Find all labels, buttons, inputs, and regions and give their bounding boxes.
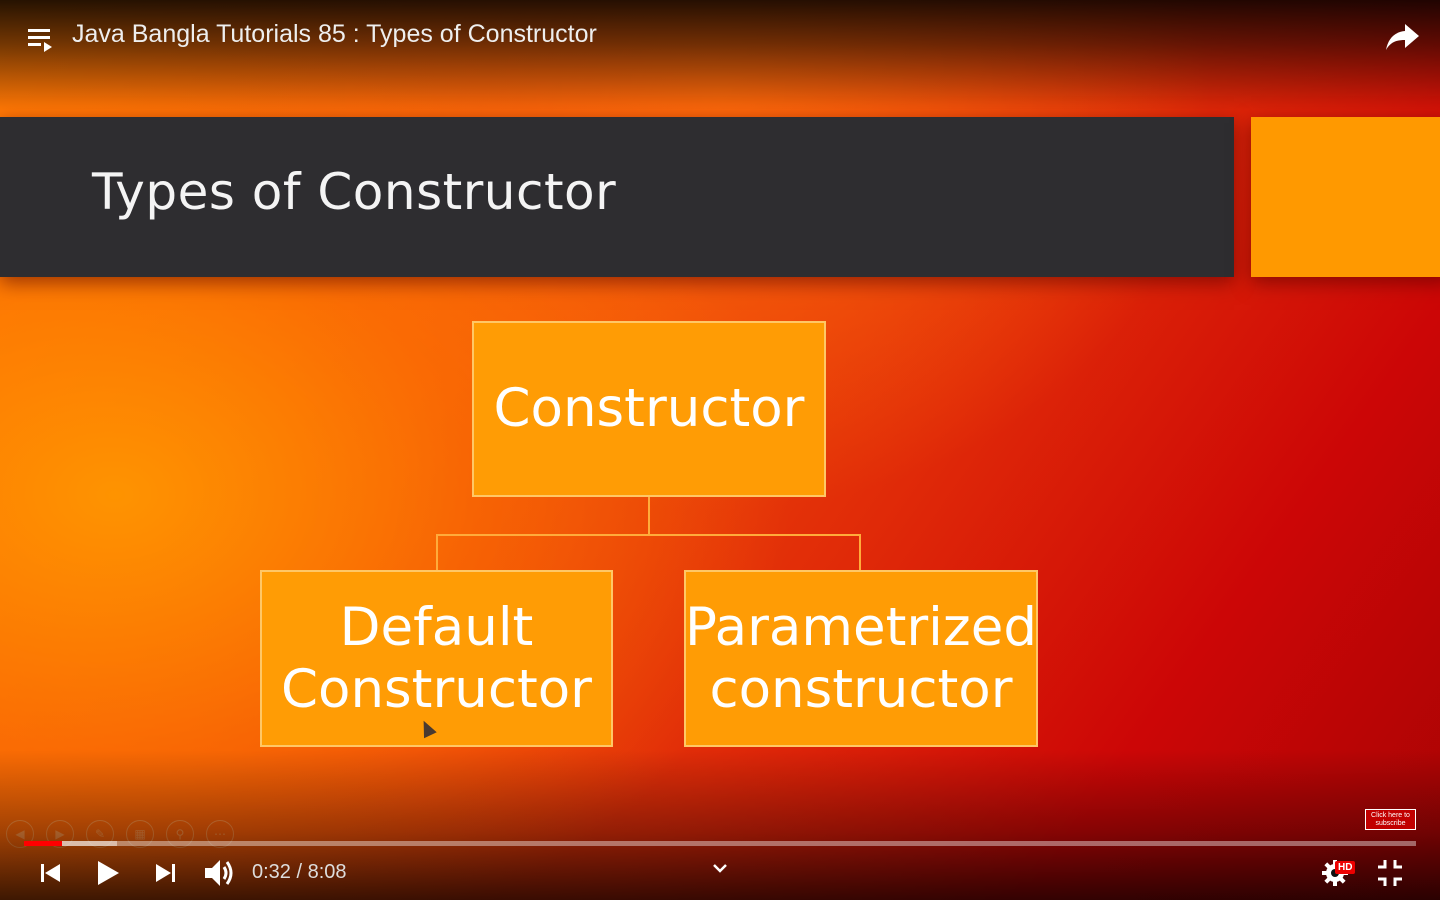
- volume-icon[interactable]: [200, 854, 238, 892]
- diagram-box-default-constructor: Default Constructor: [260, 570, 613, 747]
- diagram-box-label: Parametrized constructor: [685, 596, 1037, 720]
- connector-line: [436, 534, 861, 536]
- diagram-box-label: Default Constructor: [281, 596, 592, 720]
- playlist-icon[interactable]: [28, 27, 56, 53]
- hd-badge: HD: [1335, 861, 1356, 874]
- skip-next-icon[interactable]: [150, 858, 180, 888]
- slide-accent-block: [1251, 117, 1440, 277]
- video-title[interactable]: Java Bangla Tutorials 85 : Types of Cons…: [72, 20, 597, 49]
- exit-fullscreen-icon[interactable]: [1374, 856, 1406, 890]
- chevron-down-icon[interactable]: [708, 858, 732, 878]
- subscribe-watermark[interactable]: Click here to subscribe: [1365, 809, 1416, 830]
- connector-line: [648, 497, 650, 535]
- subscribe-label: Click here to subscribe: [1371, 812, 1410, 827]
- diagram-box-parametrized-constructor: Parametrized constructor: [684, 570, 1038, 747]
- skip-previous-icon[interactable]: [36, 858, 66, 888]
- slide-title: Types of Constructor: [92, 163, 617, 221]
- time-display: 0:32 / 8:08: [252, 861, 347, 883]
- progress-bar[interactable]: [24, 841, 1416, 846]
- connector-line: [859, 534, 861, 570]
- connector-line: [436, 534, 438, 570]
- video-frame[interactable]: Types of Constructor Constructor Default…: [0, 0, 1440, 900]
- top-gradient: [0, 0, 1440, 110]
- play-icon[interactable]: [92, 856, 124, 890]
- diagram-box-label: Constructor: [493, 378, 805, 439]
- progress-played: [24, 841, 62, 846]
- share-icon[interactable]: [1385, 20, 1421, 52]
- diagram-box-constructor: Constructor: [472, 321, 826, 497]
